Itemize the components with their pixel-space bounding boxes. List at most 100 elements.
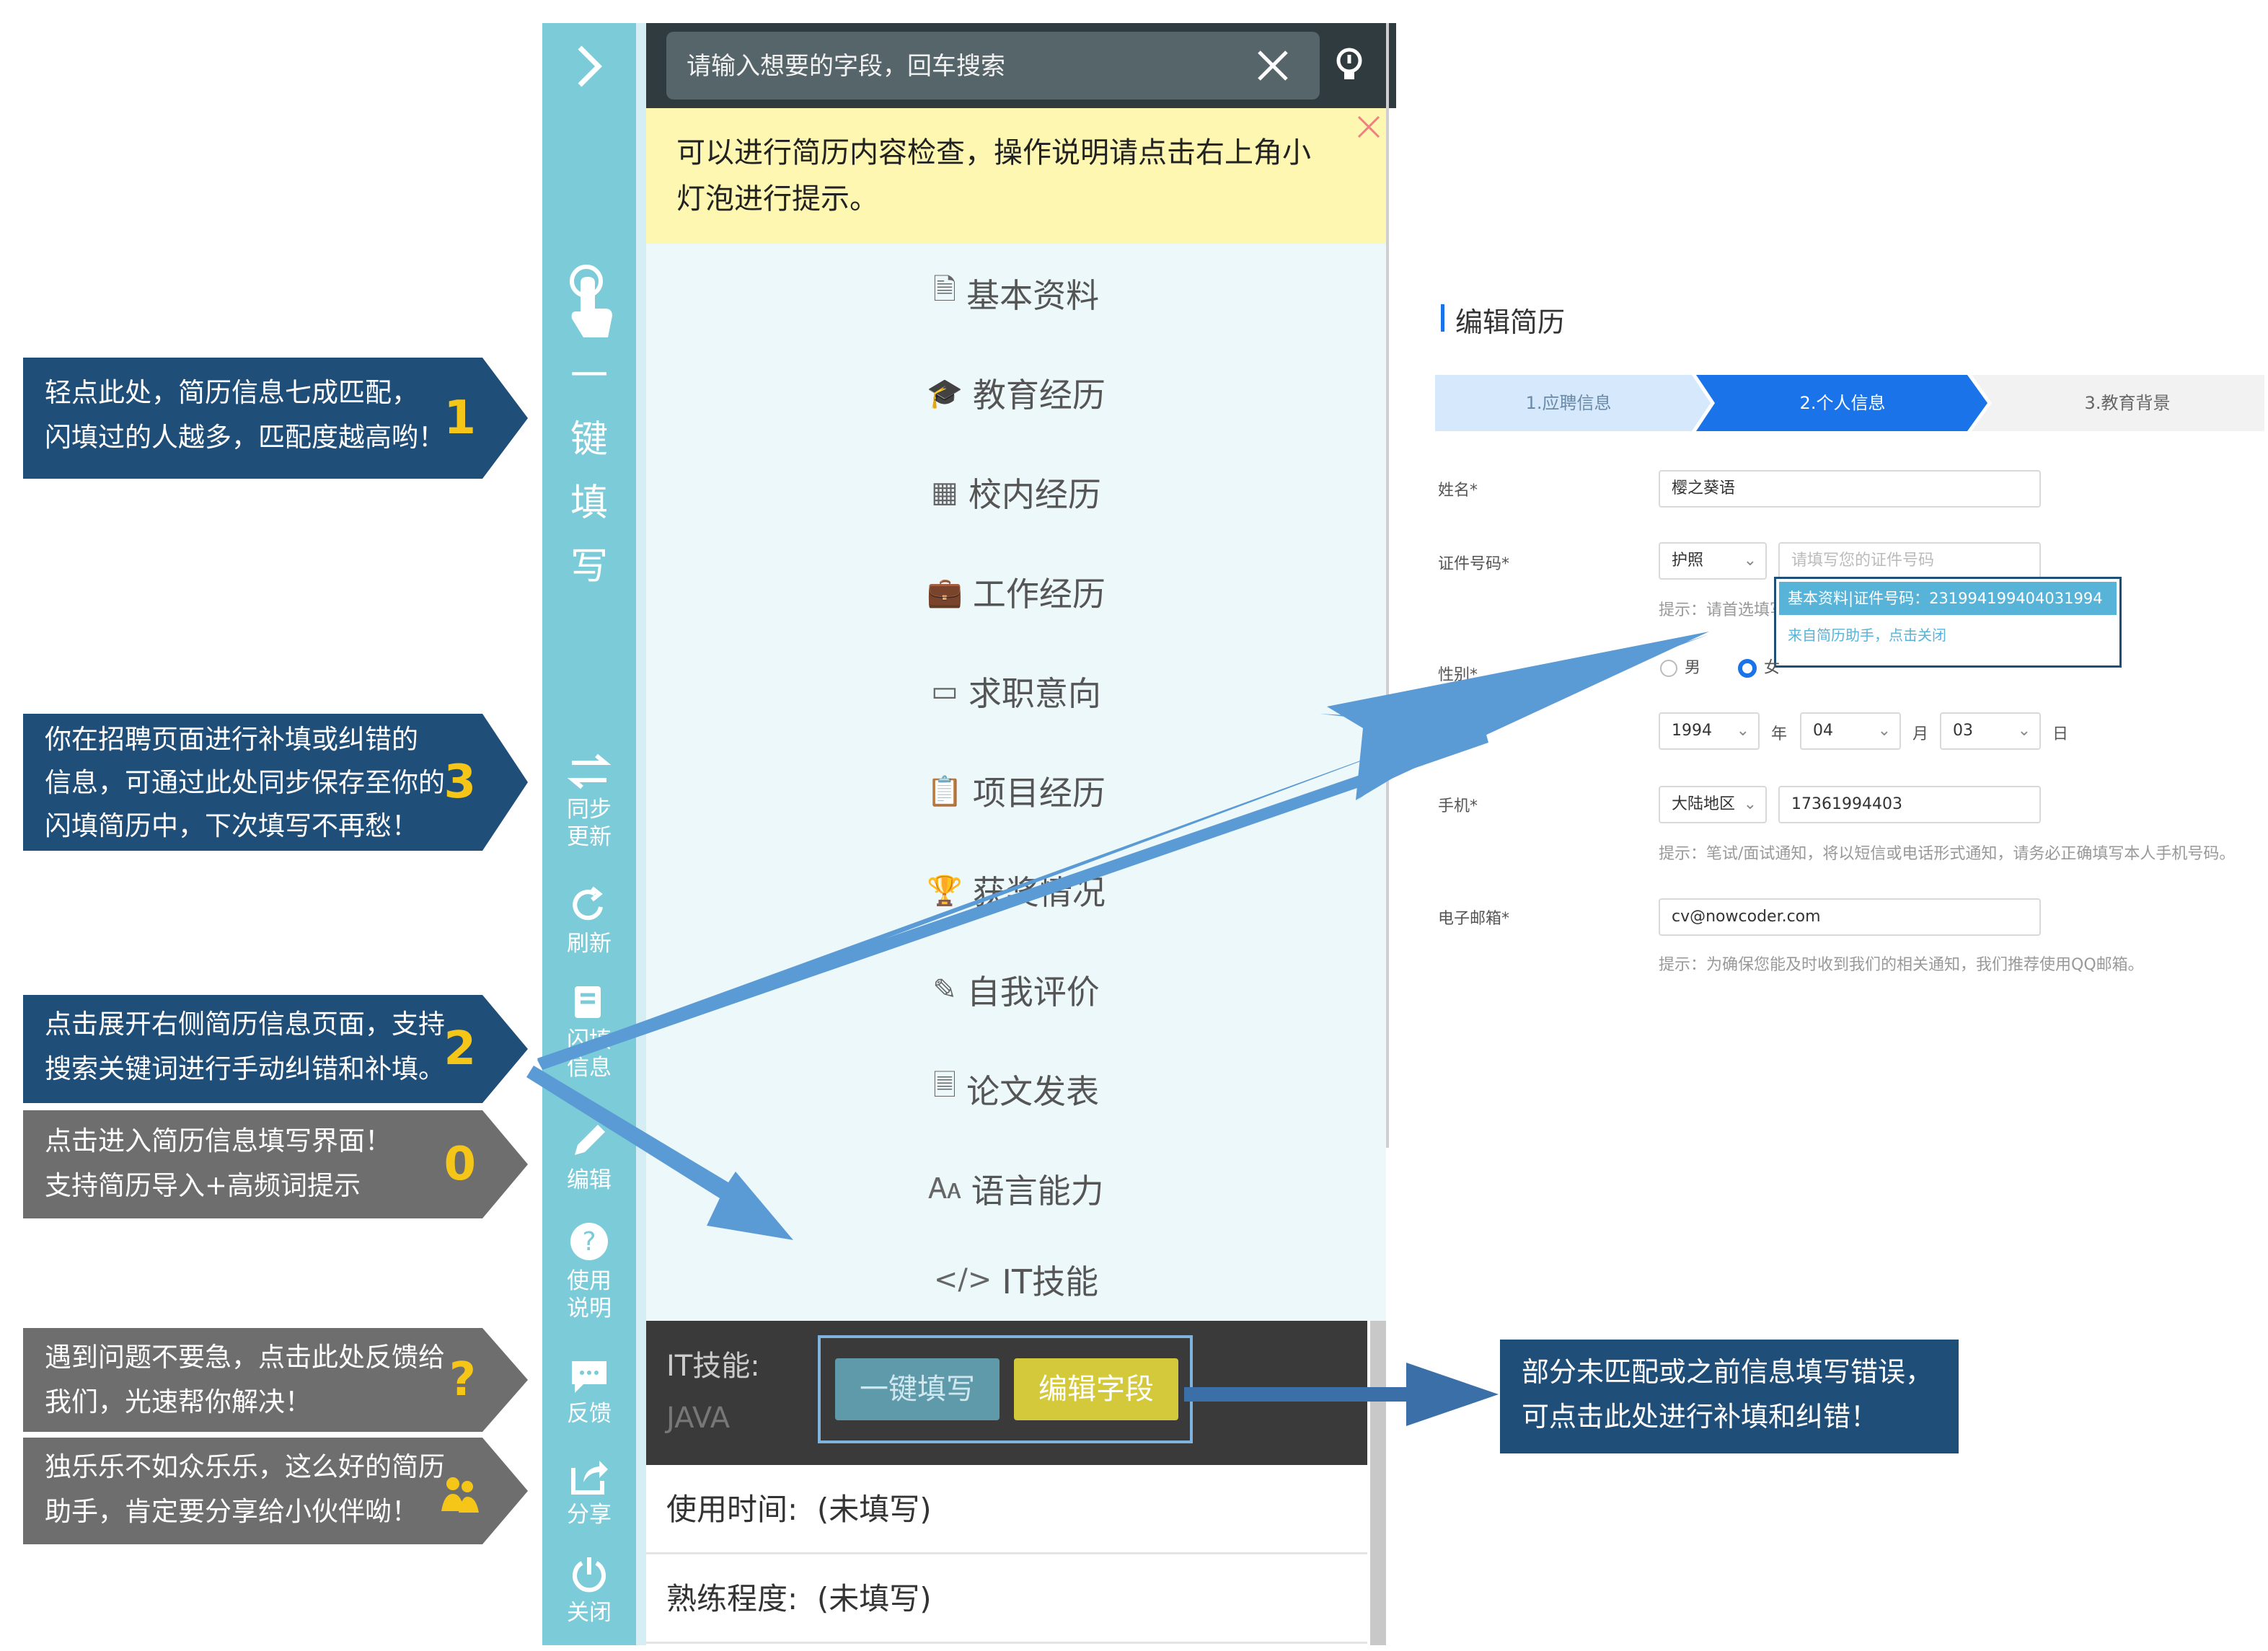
briefcase-icon: 💼 [927,575,963,609]
menu-basic-info[interactable]: 🗎 基本资料 [646,244,1386,345]
onekey-char: 写 [570,545,608,588]
name-field[interactable]: 樱之葵语 [1659,470,2041,508]
chevron-down-icon: ⌄ [2017,722,2031,740]
title-bar-accent [1441,304,1444,332]
id-hint: 提示：请首选填写 [1659,601,1786,619]
phone-label: 手机* [1438,797,1478,815]
step-1[interactable]: 1.应聘信息 [1435,375,1702,431]
refresh-button[interactable]: 刷新 [542,885,636,957]
resume-form: 编辑简历 1.应聘信息 2.个人信息 3.教育背景 姓名* 樱之葵语 证件号码*… [1435,281,2264,1002]
menu-education[interactable]: 🎓 教育经历 [646,343,1386,445]
proficiency-row: 熟练程度: (未填写) [646,1554,1367,1644]
hand-pointer-icon [570,265,612,337]
onekey-char: 一 [570,355,608,398]
callout-share: 独乐乐不如众乐乐，这么好的简历 助手，肯定要分享给小伙伴呦！ [23,1438,528,1544]
suggestion-sub[interactable]: 来自简历助手，点击关闭 [1788,624,1946,645]
menu-label: 自我评价 [966,973,1100,1012]
menu-label: 基本资料 [966,276,1100,315]
page-title: 编辑简历 [1455,306,1566,338]
id-card-icon: ▭ [931,675,958,708]
phone-region-select[interactable]: 大陆地区 ⌄ [1659,786,1767,823]
menu-it-skills[interactable]: </> IT技能 [646,1239,1386,1323]
menu-language[interactable]: 🗛 语言能力 [646,1139,1386,1241]
callout-number: 0 [444,1138,476,1191]
menu-label: 论文发表 [966,1072,1100,1111]
callout-onekey-fill: 轻点此处，简历信息七成匹配， 闪填过的人越多，匹配度越高哟！ 1 [23,358,528,479]
email-hint: 提示：为确保您能及时收到我们的相关通知，我们推荐使用QQ邮箱。 [1659,956,2144,974]
chevron-down-icon: ⌄ [1877,722,1891,740]
it-skill-value: JAVA [666,1402,731,1435]
edit-button[interactable]: 编辑 [542,1119,636,1194]
autofill-suggestion[interactable]: 基本资料|证件号码：231994199404031994 来自简历助手，点击关闭 [1774,577,2122,668]
flash-info-label: 信息 [567,1055,612,1081]
onekey-char: 键 [570,418,608,461]
id-type-value: 护照 [1672,552,1704,570]
menu-campus[interactable]: ▦ 校内经历 [646,443,1386,544]
chevron-down-icon: ⌄ [1743,552,1757,570]
callout-feedback: 遇到问题不要急，点击此处反馈给 我们，光速帮你解决！ ? [23,1328,528,1432]
svg-text:?: ? [582,1227,596,1257]
phone-field[interactable]: 17361994403 [1778,786,2041,823]
close-label: 关闭 [567,1600,612,1626]
callout-number: 3 [444,756,476,809]
id-number-field[interactable]: 请填写您的证件号码 [1778,542,2041,580]
gender-male-radio[interactable]: 男 [1660,655,1700,678]
menu-intention[interactable]: ▭ 求职意向 [646,642,1386,743]
chevron-right-icon [578,45,602,87]
scrollbar[interactable] [1370,1321,1386,1645]
assistant-sidebar: 一 键 填 写 同步 更新 刷新 闪填 信息 编辑 ? 使用 说明 反馈 分享 … [542,23,636,1645]
help-button[interactable]: ? 使用 说明 [542,1220,636,1322]
usage-time-row: 使用时间: (未填写) [646,1465,1367,1554]
step-2[interactable]: 2.个人信息 [1709,375,1976,431]
callout-flash-info: 点击展开右侧简历信息页面，支持 搜索关键词进行手动纠错和补填。 2 [23,995,528,1103]
callout-number: ? [449,1353,476,1407]
edit-field-button[interactable]: 编辑字段 [1014,1358,1178,1420]
gender-female-radio[interactable]: 女 [1738,655,1780,678]
callout-number: 2 [444,1022,476,1076]
menu-label: 校内经历 [968,475,1101,514]
lightbulb-icon[interactable] [1331,46,1367,87]
power-icon [573,1557,606,1593]
sync-update-button[interactable]: 同步 更新 [542,751,636,851]
gender-male-label: 男 [1685,659,1701,677]
birth-year-select[interactable]: 1994 ⌄ [1659,712,1760,750]
paper-icon: 🗏 [932,1069,957,1102]
flash-info-button[interactable]: 闪填 信息 [542,982,636,1081]
callout-number: 1 [444,391,476,445]
suggestion-main[interactable]: 基本资料|证件号码：231994199404031994 [1779,582,2117,615]
onekey-fill-skill-button[interactable]: 一键填写 [835,1358,1000,1420]
step-3[interactable]: 3.教育背景 [1990,375,2264,431]
code-icon: </> [933,1263,992,1296]
birth-month-value: 04 [1813,722,1833,740]
search-input[interactable] [685,46,1236,87]
gender-label: 性别* [1438,666,1478,684]
menu-self-evaluation[interactable]: ✎ 自我评价 [646,940,1386,1042]
menu-papers[interactable]: 🗏 论文发表 [646,1040,1386,1141]
menu-project[interactable]: 📋 项目经历 [646,741,1386,843]
close-button[interactable]: 关闭 [542,1554,636,1626]
birth-day-select[interactable]: 03 ⌄ [1940,712,2041,750]
clear-icon[interactable] [1255,48,1291,84]
name-label: 姓名* [1438,482,1478,500]
email-field[interactable]: cv@nowcoder.com [1659,898,2041,936]
pencil-square-icon: ✎ [932,973,957,1006]
onekey-fill-button[interactable]: 一 键 填 写 [542,261,636,598]
share-button[interactable]: 分享 [542,1456,636,1528]
assistant-panel: 可以进行简历内容检查，操作说明请点击右上角小灯泡进行提示。 🗎 基本资料 🎓 教育经… [636,23,1396,1645]
people-icon [441,1477,479,1513]
close-icon[interactable] [1354,112,1383,141]
search-bar [646,23,1396,108]
menu-work[interactable]: 💼 工作经历 [646,542,1386,644]
chevron-down-icon: ⌄ [1743,795,1757,813]
feedback-button[interactable]: 反馈 [542,1355,636,1428]
menu-label: 语言能力 [971,1172,1104,1210]
menu-awards[interactable]: 🏆 获奖情况 [646,841,1386,942]
id-type-select[interactable]: 护照 ⌄ [1659,542,1767,580]
expand-button[interactable] [542,37,636,102]
birth-month-select[interactable]: 04 ⌄ [1800,712,1901,750]
row-value: (未填写) [816,1492,932,1527]
pencil-icon [575,1125,605,1155]
callout-line: 你在招聘页面进行补填或纠错的 [45,724,418,755]
clipboard-icon: 📋 [927,774,963,808]
year-unit: 年 [1771,725,1788,743]
